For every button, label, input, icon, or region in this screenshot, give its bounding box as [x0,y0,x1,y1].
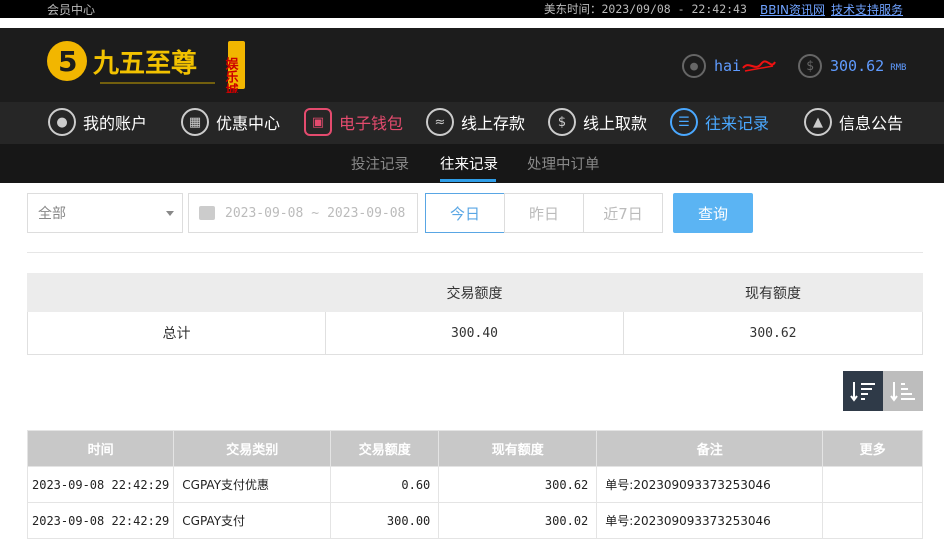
dollar-icon: $ [798,54,822,78]
nav-label: 线上取款 [583,114,648,133]
cell-remark: 单号:202309093373253046 [596,502,824,539]
summary-table: 交易额度 现有额度 总计 300.40 300.62 [27,273,923,355]
nav-e-wallet[interactable]: ▣ 电子钱包 [304,108,403,136]
user-info[interactable]: ● hai [682,54,777,78]
cell-remark: 单号:202309093373253046 [596,466,824,503]
nav-label: 优惠中心 [216,114,281,133]
cell-balance: 300.02 [438,502,598,539]
cell-type: CGPAY支付优惠 [173,466,332,503]
table-row: 2023-09-08 22:42:29 CGPAY支付 300.00 300.0… [26,502,923,539]
bbin-news-link[interactable]: BBIN资讯网 [760,1,825,18]
logo-text: 九五至尊 [92,48,197,79]
cell-more[interactable] [822,502,923,539]
col-header-type[interactable]: 交易类别 [173,430,332,467]
type-select-value: 全部 [38,206,66,222]
nav-label: 线上存款 [461,114,526,133]
date-end: 2023-09-08 [327,205,406,221]
user-icon: ● [48,108,76,136]
nav-promotions[interactable]: ▦ 优惠中心 [181,108,280,136]
main-nav: ● 我的账户 ▦ 优惠中心 ▣ 电子钱包 ≈ 线上存款 $ 线上取款 ☰ 往来记录 ▲ 信息公… [0,102,944,144]
nav-label: 往来记录 [705,114,770,133]
logo-tag: 娱乐城 [223,57,239,93]
col-header-balance[interactable]: 现有额度 [438,430,598,467]
withdraw-icon: $ [548,108,576,136]
balance-value: 300.62 [830,57,885,75]
cell-amount: 0.60 [330,466,440,503]
date-start: 2023-09-08 [225,205,304,221]
server-time: 美东时间：2023/09/08 - 22:42:43 [544,1,747,17]
records-table: 时间 交易类别 交易额度 现有额度 备注 更多 2023-09-08 22:42… [26,430,923,539]
summary-total-label: 总计 [27,311,326,355]
nav-transaction-records[interactable]: ☰ 往来记录 [670,108,769,136]
logo-number: 5 [58,45,77,78]
summary-header [27,273,326,312]
cell-time: 2023-09-08 22:42:29 [26,466,175,503]
nav-label: 我的账户 [83,114,148,133]
redaction-scribble-icon [742,60,776,72]
sort-desc-button[interactable] [843,371,883,411]
col-header-remark[interactable]: 备注 [596,430,824,467]
sort-descending-icon [850,382,875,402]
divider [27,252,923,253]
nav-label: 信息公告 [839,114,904,133]
bell-icon: ▲ [804,108,832,136]
date-range-picker[interactable]: 2023-09-08 ~ 2023-09-08 [188,193,418,233]
col-header-time[interactable]: 时间 [26,430,175,467]
tab-transaction-records[interactable]: 往来记录 [440,153,498,174]
summary-transaction-amount: 300.40 [325,311,624,355]
summary-header: 交易额度 [325,273,624,312]
cell-balance: 300.62 [438,466,598,503]
table-row: 2023-09-08 22:42:29 CGPAY支付优惠 0.60 300.6… [26,466,923,503]
today-button[interactable]: 今日 [425,193,505,233]
member-center-label: 会员中心 [47,3,96,17]
balance-info: $ 300.62 RMB [798,54,906,78]
chevron-down-icon [166,211,174,216]
nav-online-withdraw[interactable]: $ 线上取款 [548,108,647,136]
gift-icon: ▦ [181,108,209,136]
deposit-icon: ≈ [426,108,454,136]
date-separator: ~ [311,205,320,221]
query-button[interactable]: 查询 [673,193,753,233]
cell-type: CGPAY支付 [173,502,332,539]
sort-asc-button[interactable] [883,371,923,411]
site-logo[interactable]: 5 九五至尊 娱乐城 [45,39,250,93]
nav-online-deposit[interactable]: ≈ 线上存款 [426,108,525,136]
nav-announcements[interactable]: ▲ 信息公告 [804,108,903,136]
user-icon: ● [682,54,706,78]
yesterday-button[interactable]: 昨日 [504,193,584,233]
top-bar: 会员中心 美东时间：2023/09/08 - 22:42:43 BBIN资讯网 … [0,0,944,18]
summary-header: 现有额度 [623,273,923,312]
time-label: 美东时间： [544,2,602,16]
summary-current-balance: 300.62 [623,311,923,355]
cell-time: 2023-09-08 22:42:29 [26,502,175,539]
header: 5 九五至尊 娱乐城 ● hai $ 300.62 RMB [0,28,944,102]
tech-support-link[interactable]: 技术支持服务 [831,1,903,18]
sort-ascending-icon [890,382,915,402]
col-header-amount[interactable]: 交易额度 [330,430,440,467]
cell-more[interactable] [822,466,923,503]
col-header-more[interactable]: 更多 [822,430,923,467]
tab-bet-records[interactable]: 投注记录 [351,153,409,174]
nav-label: 电子钱包 [339,114,404,133]
record-icon: ☰ [670,108,698,136]
cell-amount: 300.00 [330,502,440,539]
currency-label: RMB [890,63,907,73]
tab-pending-orders[interactable]: 处理中订单 [527,153,600,174]
time-value: 2023/09/08 - 22:42:43 [601,2,747,16]
type-select[interactable]: 全部 [27,193,183,233]
nav-my-account[interactable]: ● 我的账户 [48,108,147,136]
username: hai [714,57,742,75]
calendar-icon [199,206,215,220]
active-tab-indicator [440,179,496,182]
last-7-days-button[interactable]: 近7日 [583,193,663,233]
sub-nav: 投注记录 往来记录 处理中订单 [0,144,944,183]
wallet-icon: ▣ [304,108,332,136]
